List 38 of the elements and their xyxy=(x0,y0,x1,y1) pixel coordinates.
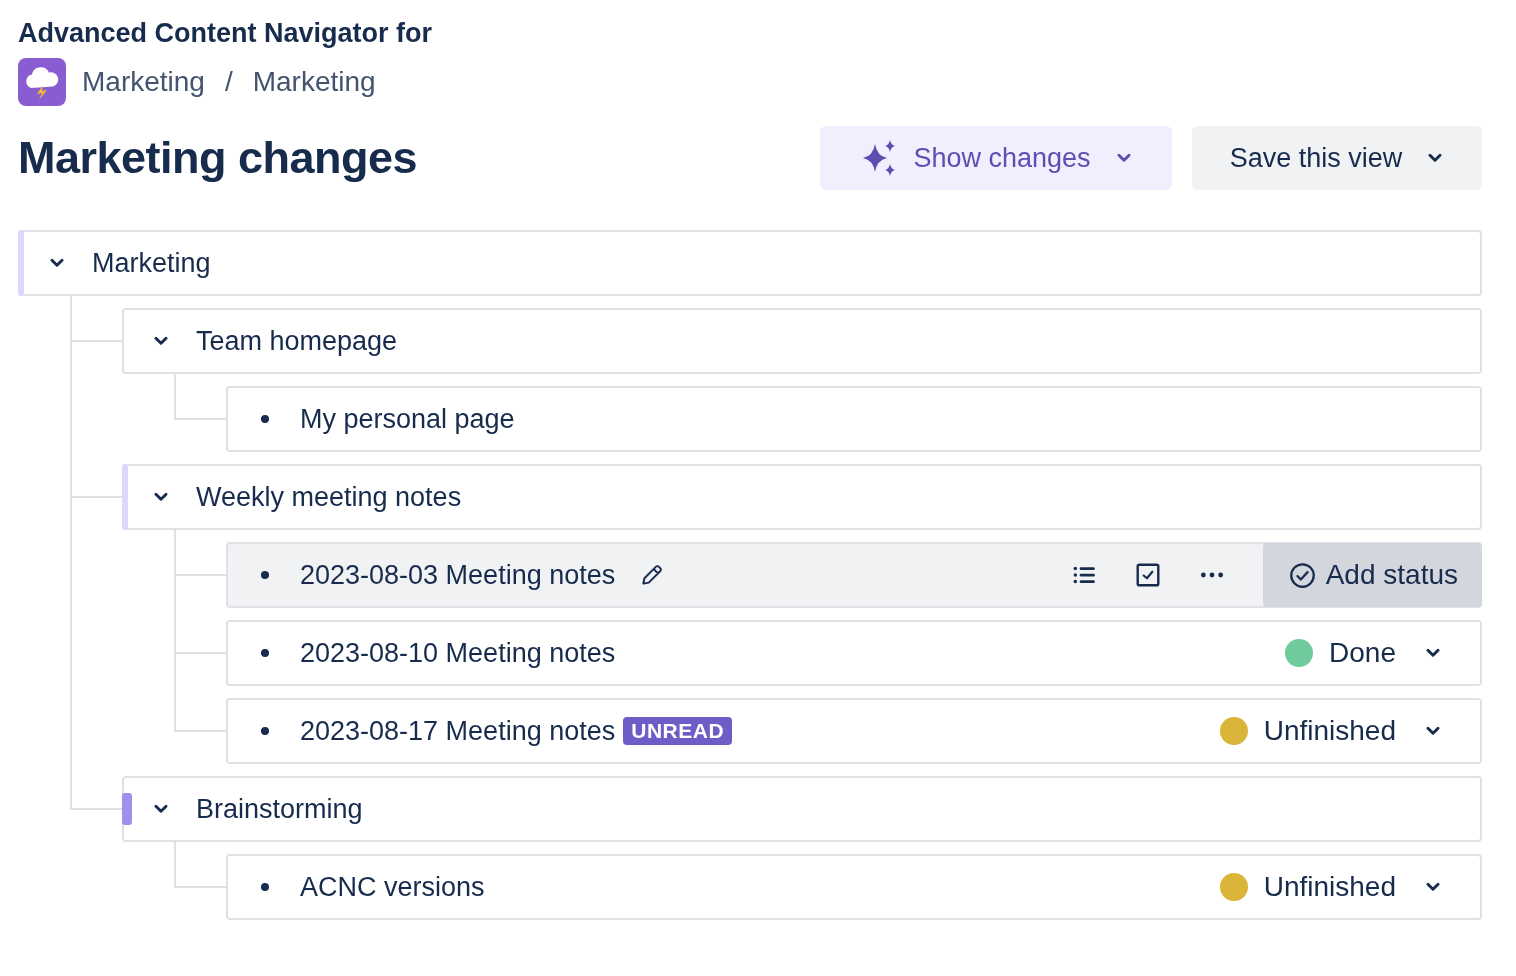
status-dropdown[interactable]: Unfinished xyxy=(1219,715,1480,747)
app-title: Advanced Content Navigator for xyxy=(18,17,434,50)
unread-badge: UNREAD xyxy=(623,717,733,745)
page-title-link[interactable]: 2023-08-10 Meeting notes xyxy=(300,637,616,669)
tree-row[interactable]: My personal page xyxy=(226,386,1482,452)
page-title-link[interactable]: 2023-08-17 Meeting notes xyxy=(300,715,616,747)
bullet-icon xyxy=(261,571,269,579)
tree-row[interactable]: Brainstorming xyxy=(122,776,1482,842)
page-title-link[interactable]: Marketing xyxy=(92,247,211,279)
save-view-dropdown[interactable]: Save this view xyxy=(1192,126,1482,190)
status-dropdown[interactable]: Done xyxy=(1285,637,1480,669)
add-status-button[interactable]: Add status xyxy=(1262,543,1482,607)
check-circle-icon xyxy=(1288,561,1316,589)
bullet-icon xyxy=(261,649,269,657)
page-title-link[interactable]: 2023-08-03 Meeting notes xyxy=(300,559,616,591)
tree-row[interactable]: 2023-08-10 Meeting notes Done xyxy=(226,620,1482,686)
cloud-lightning-icon xyxy=(18,58,66,106)
breadcrumb-link[interactable]: Marketing xyxy=(252,66,376,98)
show-changes-dropdown[interactable]: Show changes xyxy=(820,126,1172,190)
status-dropdown[interactable]: Unfinished xyxy=(1219,871,1480,903)
breadcrumb-link[interactable]: Marketing xyxy=(82,66,205,98)
page-title-link[interactable]: My personal page xyxy=(300,403,515,435)
bullet-icon xyxy=(261,415,269,423)
checkbox-icon[interactable] xyxy=(1134,562,1161,588)
bullet-icon xyxy=(261,727,269,735)
page-title-link[interactable]: Brainstorming xyxy=(196,793,363,825)
tree-row[interactable]: 2023-08-17 Meeting notes UNREAD Unfinished xyxy=(226,698,1482,764)
tree-row[interactable]: Marketing xyxy=(18,230,1482,296)
page-title-link[interactable]: Team homepage xyxy=(196,325,398,357)
page-heading: Marketing changes xyxy=(18,132,418,184)
tree-row[interactable]: Team homepage xyxy=(122,308,1482,374)
bullet-icon xyxy=(261,883,269,891)
tree-row[interactable]: ACNC versions Unfinished xyxy=(226,854,1482,920)
page-title-link[interactable]: Weekly meeting notes xyxy=(196,481,462,513)
breadcrumb-separator: / xyxy=(224,66,233,98)
page-title-link[interactable]: ACNC versions xyxy=(300,871,485,903)
tree-row[interactable]: 2023-08-03 Meeting notes Add status xyxy=(226,542,1482,608)
tree-row[interactable]: Weekly meeting notes xyxy=(122,464,1482,530)
